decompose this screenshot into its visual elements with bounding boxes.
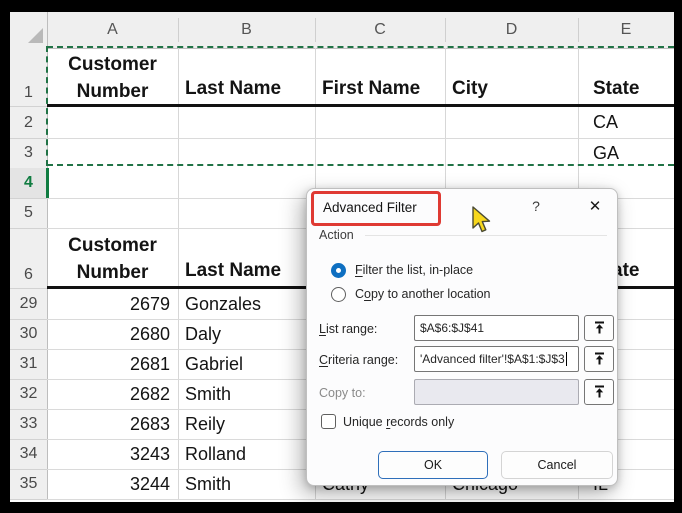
cell-b34[interactable]: Rolland [178,439,315,469]
cell-b1[interactable]: Last Name [178,48,315,107]
cell-d1[interactable]: City [445,48,578,107]
unique-records-checkbox[interactable] [321,414,336,429]
row-header-1[interactable]: 1 [10,48,47,107]
radio-copy-to-location[interactable]: Copy to another location [331,285,491,303]
select-all-triangle-icon [28,28,43,43]
cell-b30[interactable]: Daly [178,319,315,349]
radio-selected-icon [331,262,346,278]
close-icon[interactable]: ✕ [583,197,607,215]
column-separator [445,18,446,42]
collapse-dialog-icon [594,352,604,365]
list-range-label: List range: [319,322,378,336]
action-group-label: Action [319,228,354,242]
criteria-range-picker-button[interactable] [584,346,614,372]
cell-e3[interactable]: GA [578,138,674,168]
cell-b32[interactable]: Smith [178,379,315,409]
column-header-e[interactable]: E [578,12,674,48]
column-header-d[interactable]: D [445,12,578,48]
cell-a32[interactable]: 2682 [47,379,178,409]
active-cell-border [46,168,49,198]
copy-to-label: Copy to: [319,386,366,400]
help-icon[interactable]: ? [525,198,547,214]
select-all-corner[interactable] [10,12,48,48]
column-separator [178,18,179,42]
cancel-button[interactable]: Cancel [501,451,613,479]
cell-e2[interactable]: CA [578,107,674,138]
criteria-range-input[interactable]: 'Advanced filter'!$A$1:$J$3 [414,346,579,372]
row-header-34[interactable]: 34 [10,439,47,470]
gridline [47,499,674,500]
collapse-dialog-icon [594,385,604,398]
header-customer-line2: Number [76,80,149,102]
row-header-31[interactable]: 31 [10,349,47,380]
cell-b29[interactable]: Gonzales [178,289,315,319]
cell-b6[interactable]: Last Name [178,228,315,289]
cell-b31[interactable]: Gabriel [178,349,315,379]
column-header-a[interactable]: A [47,12,178,48]
cell-b35[interactable]: Smith [178,469,315,499]
text-caret [565,352,567,366]
row-header-33[interactable]: 33 [10,409,47,440]
mouse-cursor-icon [471,206,493,239]
copy-to-picker-button[interactable] [584,379,614,405]
column-header-strip: A B C D E [10,12,674,49]
list-range-picker-button[interactable] [584,315,614,341]
radio-filter-in-place[interactable]: Filter the list, in-place [331,261,473,279]
column-separator [315,18,316,42]
row-header-4[interactable]: 4 [10,168,47,199]
copy-to-input [414,379,579,405]
unique-records-label: Unique records only [343,415,455,429]
radio-filter-label: Filter the list, in-place [355,263,474,277]
excel-screenshot: A B C D E 1 2 3 4 5 6 29 30 31 32 33 34 … [0,0,682,513]
cell-a29[interactable]: 2679 [47,289,178,319]
cell-a35[interactable]: 3244 [47,469,178,499]
criteria-range-label: Criteria range: [319,353,399,367]
row-header-29[interactable]: 29 [10,289,47,320]
header-customer-line1: Customer [68,53,157,75]
cell-a1[interactable]: Customer Number [47,48,178,107]
cell-a31[interactable]: 2681 [47,349,178,379]
cell-b33[interactable]: Reily [178,409,315,439]
row-header-30[interactable]: 30 [10,319,47,350]
list-range-input[interactable]: $A$6:$J$41 [414,315,579,341]
cell-a30[interactable]: 2680 [47,319,178,349]
advanced-filter-dialog: Advanced Filter ? ✕ Action Filter the li… [306,188,618,486]
collapse-dialog-icon [594,321,604,334]
row-header-32[interactable]: 32 [10,379,47,410]
header-customer-line2: Number [76,261,149,283]
cell-c1[interactable]: First Name [315,48,445,107]
column-header-b[interactable]: B [178,12,315,48]
column-separator [578,18,579,42]
header-customer-line1: Customer [68,234,157,256]
row-header-6[interactable]: 6 [10,228,47,289]
cell-a34[interactable]: 3243 [47,439,178,469]
radio-unselected-icon [331,286,346,302]
row-header-3[interactable]: 3 [10,138,47,169]
cell-e1[interactable]: State [578,48,674,107]
ok-button[interactable]: OK [378,451,488,479]
row-header-5[interactable]: 5 [10,198,47,229]
radio-copy-label: Copy to another location [355,287,491,301]
dialog-title: Advanced Filter [323,200,417,215]
column-header-c[interactable]: C [315,12,445,48]
cell-a6[interactable]: Customer Number [47,228,178,289]
row-header-2[interactable]: 2 [10,107,47,139]
row-header-35[interactable]: 35 [10,469,47,500]
cell-a33[interactable]: 2683 [47,409,178,439]
